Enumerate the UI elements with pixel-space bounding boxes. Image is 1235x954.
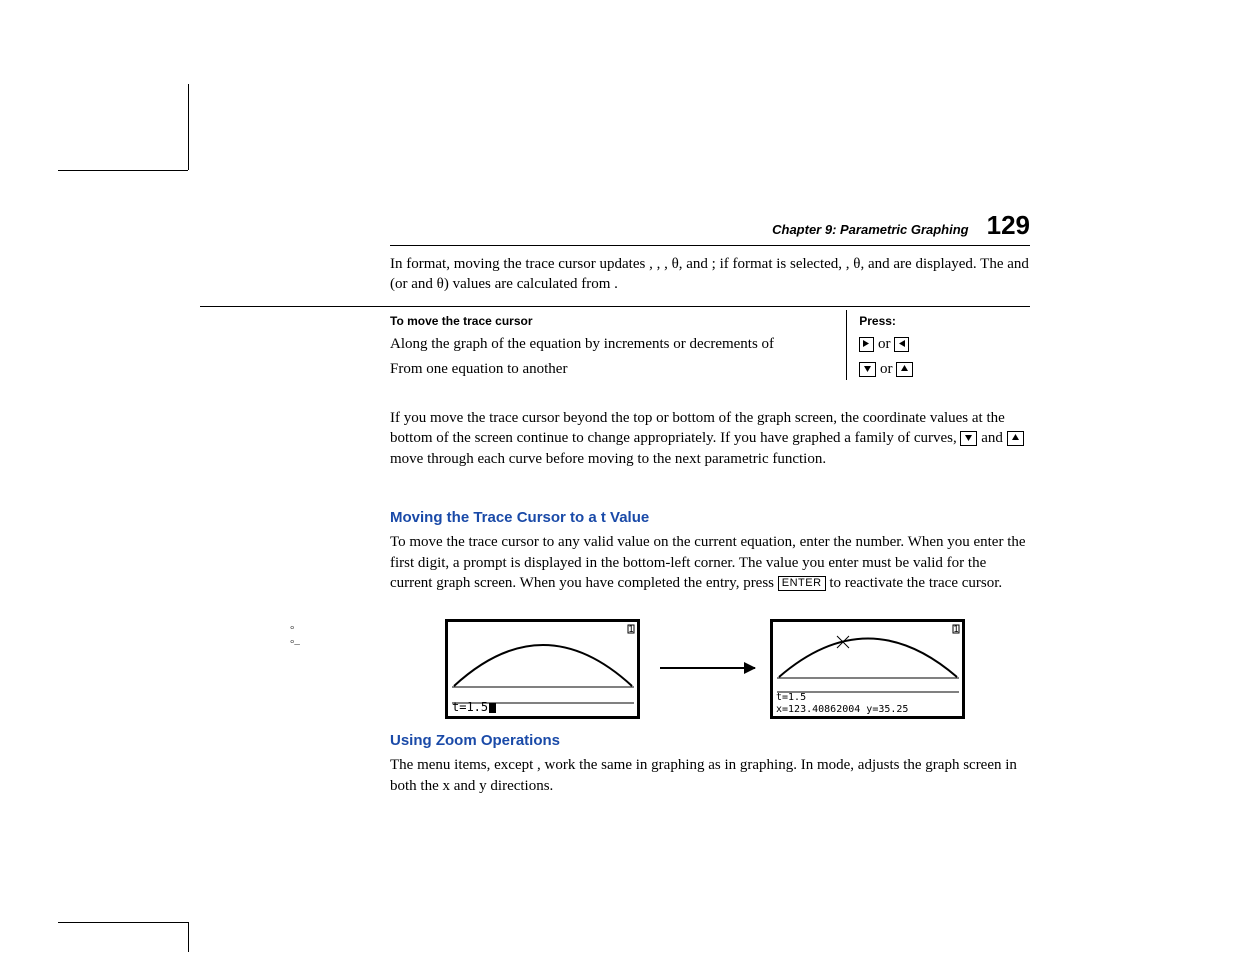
svg-text:1: 1: [953, 625, 958, 635]
enter-key-icon: ENTER: [778, 576, 826, 591]
table-row: From one equation to another or: [200, 355, 1030, 380]
page: Chapter 9: Parametric Graphing 129 In fo…: [0, 0, 1235, 954]
crop-mark: [188, 922, 189, 952]
section-zoom: Using Zoom Operations The menu items, ex…: [390, 731, 1030, 796]
section-body: To move the trace cursor to any valid va…: [390, 532, 1030, 593]
down-arrow-key-icon: [859, 362, 876, 377]
section-heading: Using Zoom Operations: [390, 731, 1030, 751]
press-keys: or: [847, 355, 1030, 380]
section-trace-cursor-t: Moving the Trace Cursor to a t Value To …: [390, 508, 1030, 593]
mark: °–: [290, 637, 300, 651]
crop-mark: [58, 922, 188, 923]
text: If you move the trace cursor beyond the …: [390, 410, 1005, 446]
press-keys: or: [847, 330, 1030, 355]
table-row: Along the graph of the equation by incre…: [200, 330, 1030, 355]
move-desc: Along the graph of the equation by incre…: [200, 330, 847, 355]
figure-row: 1 t=1.5 1 t=1.5 x=123.40862004: [390, 619, 1030, 739]
section-body: The menu items, except , work the same i…: [390, 755, 1030, 796]
screen-status-xy: x=123.40862004 y=35.25: [776, 704, 908, 715]
up-arrow-key-icon: [896, 362, 913, 377]
text: and: [981, 430, 1006, 446]
crop-mark: [188, 84, 189, 170]
calculator-screen-left: 1 t=1.5: [445, 619, 640, 719]
page-number: 129: [987, 210, 1030, 240]
section-heading: Moving the Trace Cursor to a t Value: [390, 508, 1030, 528]
post-table-paragraph: If you move the trace cursor beyond the …: [390, 408, 1030, 469]
page-header: Chapter 9: Parametric Graphing 129: [390, 210, 1030, 246]
calculator-screen-right: 1 t=1.5 x=123.40862004 y=35.25: [770, 619, 965, 719]
cursor-move-table: To move the trace cursor Press: Along th…: [200, 310, 1030, 380]
text: move through each curve before moving to…: [390, 451, 826, 467]
down-arrow-key-icon: [960, 431, 977, 446]
arrow-right-icon: [660, 667, 755, 669]
move-desc: From one equation to another: [200, 355, 847, 380]
chapter-label: Chapter 9: Parametric Graphing: [772, 222, 969, 237]
left-arrow-key-icon: [894, 337, 909, 352]
table-header-move: To move the trace cursor: [200, 310, 847, 330]
right-arrow-key-icon: [859, 337, 874, 352]
screen-status: t=1.5: [452, 700, 496, 714]
or-text: or: [880, 361, 896, 377]
up-arrow-key-icon: [1007, 431, 1024, 446]
text: to reactivate the trace cursor.: [829, 575, 1002, 591]
screen-status-t: t=1.5: [776, 692, 806, 703]
svg-text:1: 1: [628, 625, 633, 635]
table-top-rule: [200, 306, 1030, 307]
margin-marks: ° °–: [290, 623, 300, 651]
or-text: or: [878, 336, 894, 352]
mark: °: [290, 623, 300, 637]
table-header-press: Press:: [847, 310, 1030, 330]
crop-mark: [58, 170, 188, 171]
intro-paragraph: In format, moving the trace cursor updat…: [390, 254, 1030, 295]
